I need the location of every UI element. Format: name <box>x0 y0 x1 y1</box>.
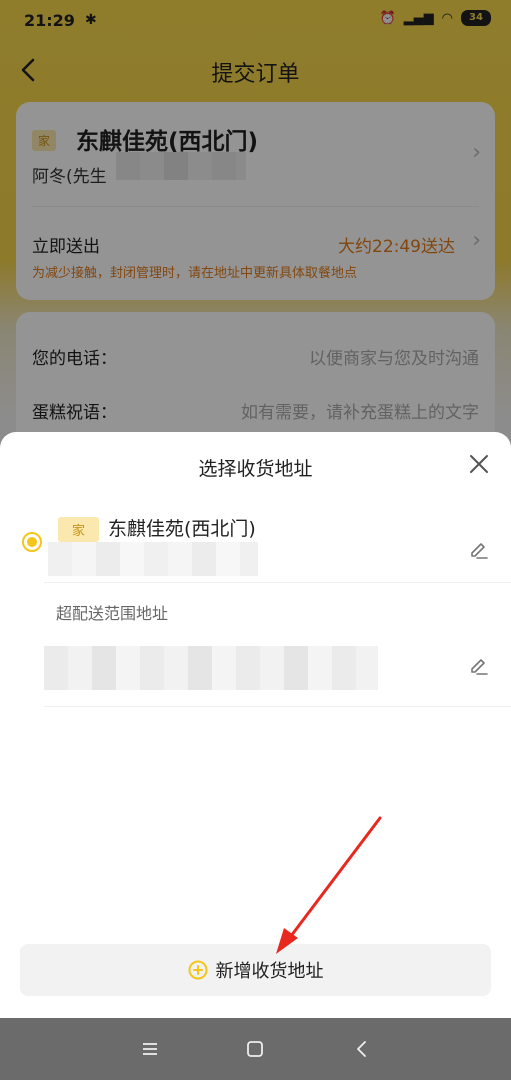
edit-icon[interactable] <box>467 654 489 676</box>
divider <box>44 582 511 583</box>
redacted-address <box>44 646 378 690</box>
menu-icon[interactable] <box>138 1037 162 1061</box>
address-item[interactable] <box>0 632 511 702</box>
edit-icon[interactable] <box>467 538 489 560</box>
address-item[interactable]: 家 东麒佳苑(西北门) <box>0 502 511 582</box>
home-icon[interactable] <box>243 1037 267 1061</box>
system-nav-bar <box>0 1018 511 1080</box>
add-address-label: 新增收货地址 <box>215 961 324 982</box>
back-nav-icon[interactable] <box>350 1037 374 1061</box>
address-tag: 家 <box>58 517 100 542</box>
out-of-range-label: 超配送范围地址 <box>56 604 169 623</box>
address-name: 东麒佳苑(西北门) <box>108 518 256 540</box>
redacted-details <box>48 542 258 576</box>
address-picker-sheet: 选择收货地址 家 东麒佳苑(西北门) 超配送范围地址 新增收货地址 <box>0 432 511 1018</box>
plus-circle-icon <box>188 960 207 980</box>
divider <box>44 706 511 707</box>
sheet-title: 选择收货地址 <box>198 458 313 480</box>
close-icon[interactable] <box>467 452 491 476</box>
add-address-button[interactable]: 新增收货地址 <box>20 944 491 996</box>
radio-selected-icon[interactable] <box>22 532 42 552</box>
